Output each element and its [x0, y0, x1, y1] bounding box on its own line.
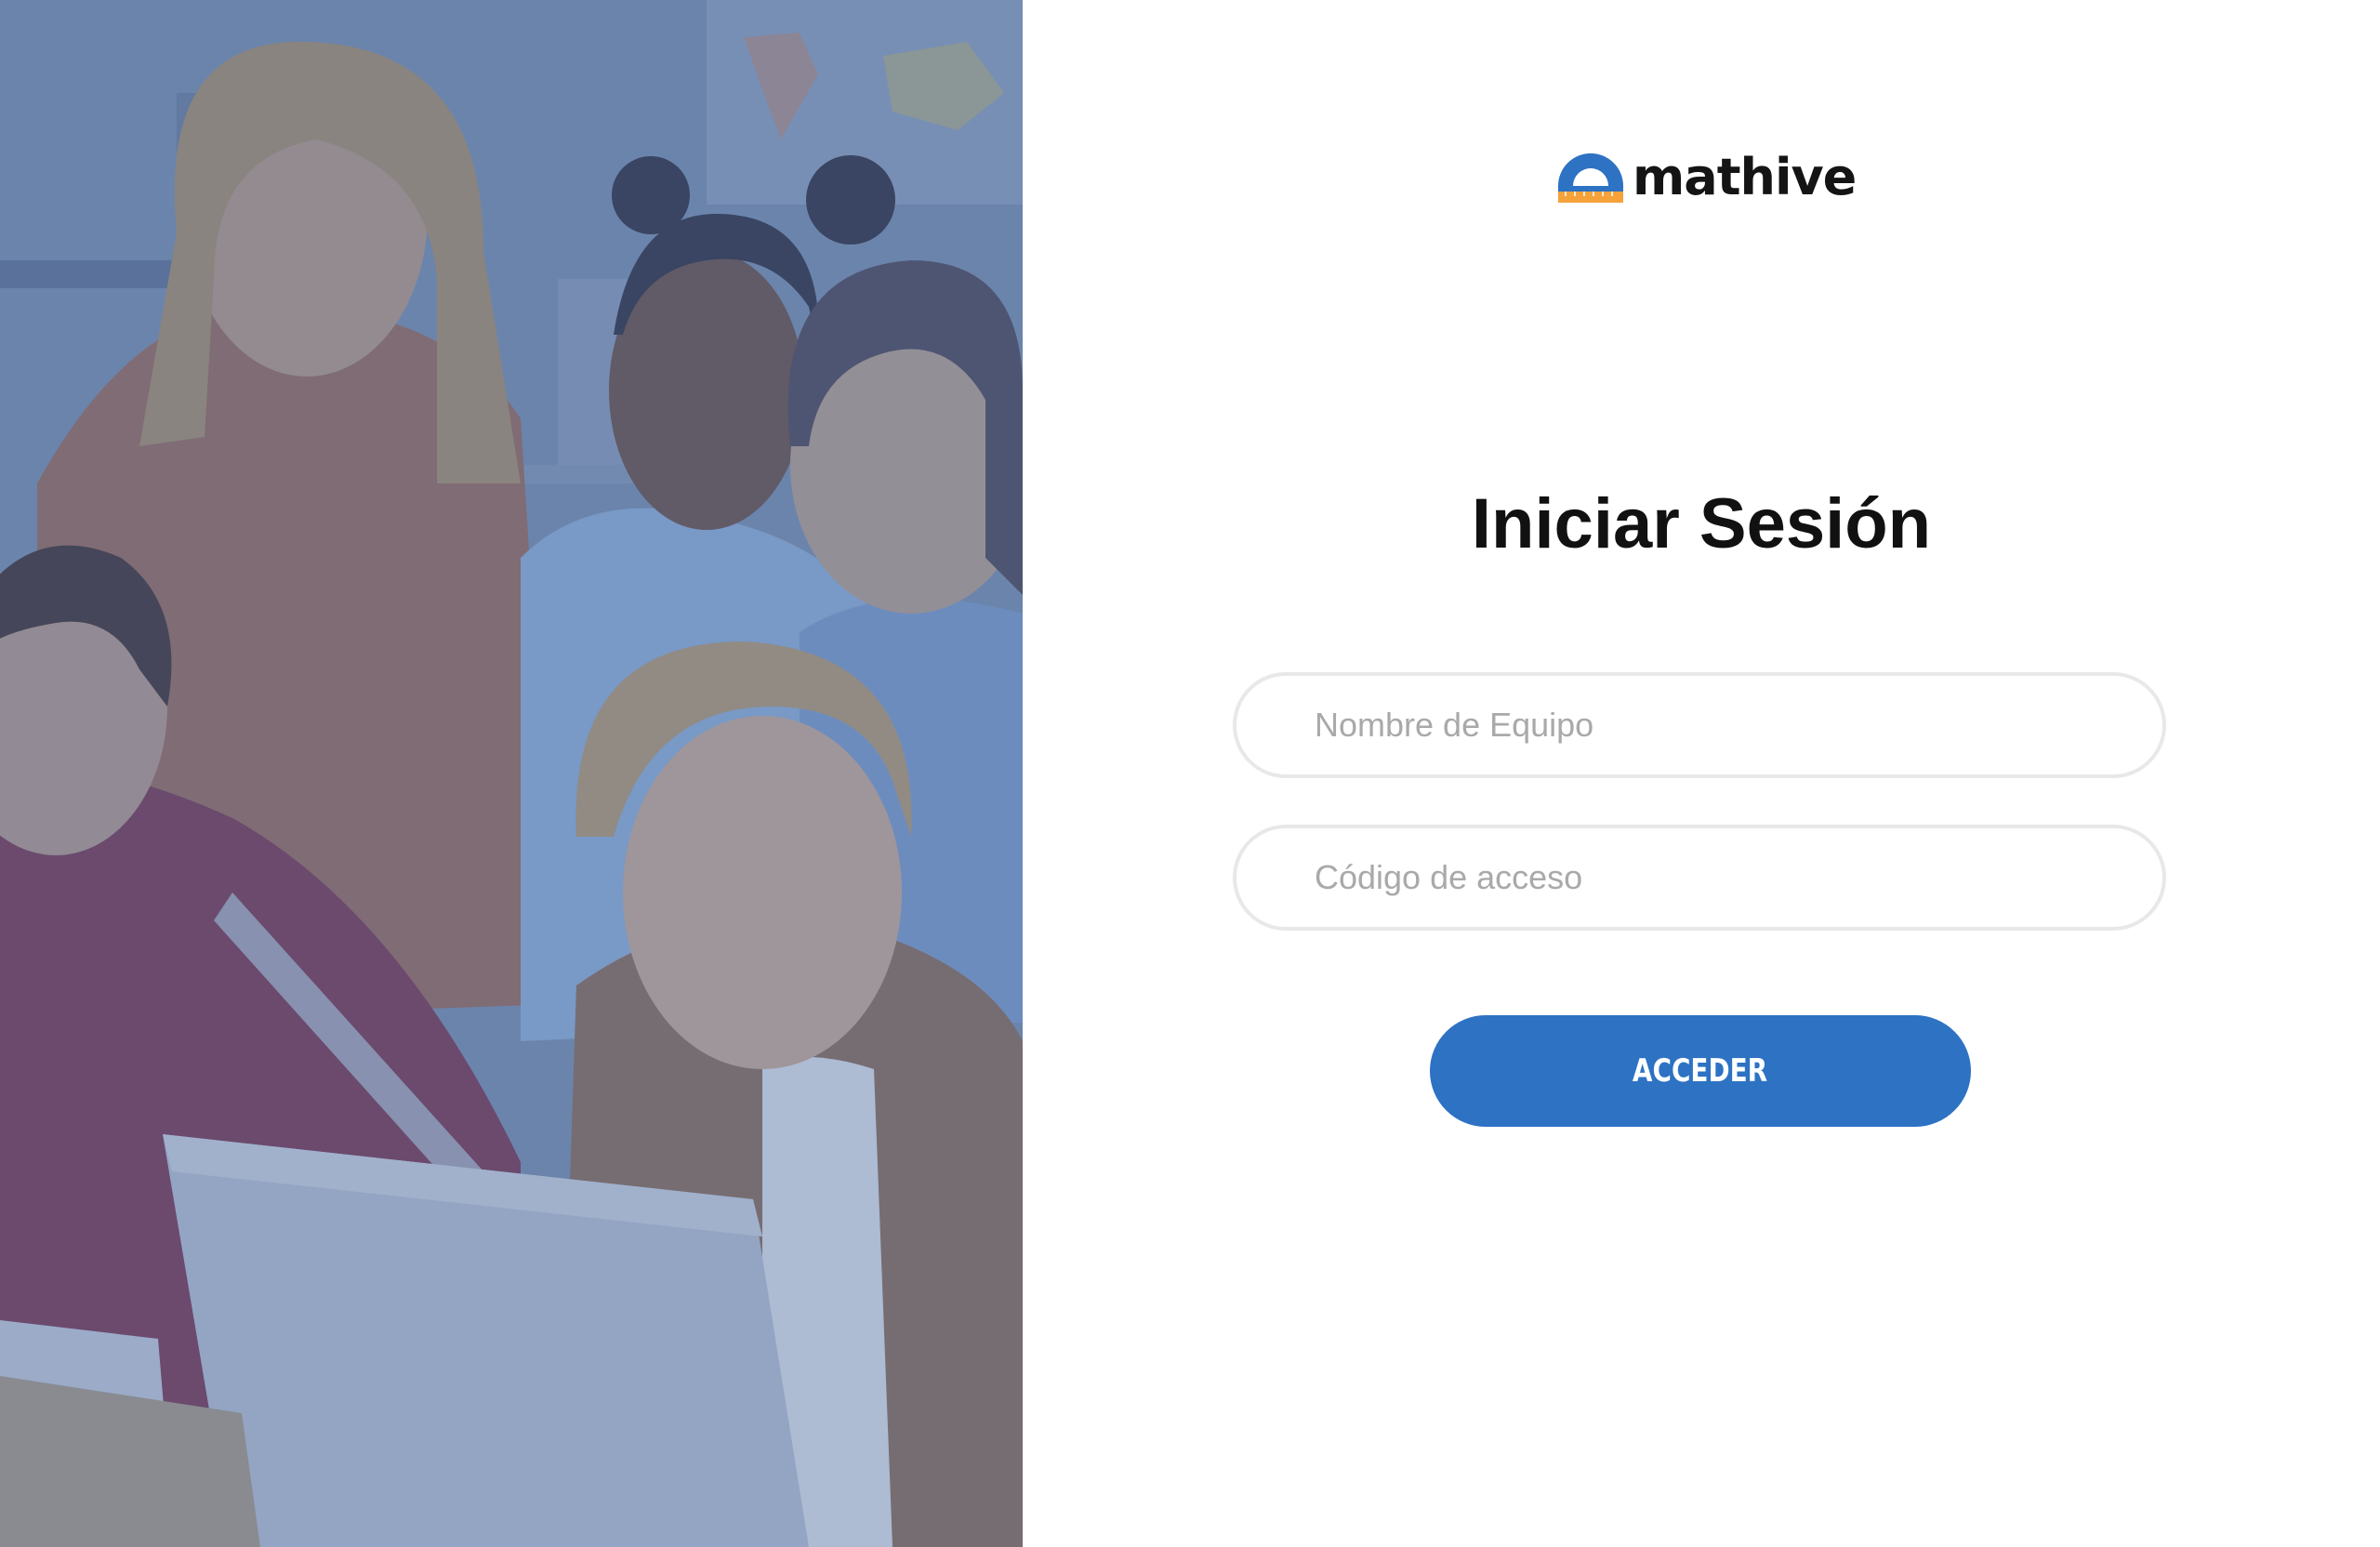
- students-photo-illustration: [0, 0, 1023, 1547]
- team-name-input[interactable]: [1236, 676, 2162, 774]
- access-code-input[interactable]: [1236, 828, 2162, 927]
- brand-logo[interactable]: mathive: [1554, 145, 1857, 206]
- login-button-label: ACCEDER: [1633, 1052, 1768, 1090]
- access-code-field: [1233, 825, 2166, 931]
- login-button[interactable]: ACCEDER: [1430, 1015, 1971, 1127]
- page-title: Iniciar Sesión: [1471, 484, 1932, 563]
- hero-photo: [0, 0, 1023, 1547]
- protractor-icon: [1558, 153, 1623, 203]
- brand-name: mathive: [1633, 148, 1857, 206]
- login-panel: mathive Iniciar Sesión ACCEDER: [1023, 0, 2380, 1547]
- login-page: mathive Iniciar Sesión ACCEDER: [0, 0, 2380, 1547]
- team-name-field: [1233, 672, 2166, 778]
